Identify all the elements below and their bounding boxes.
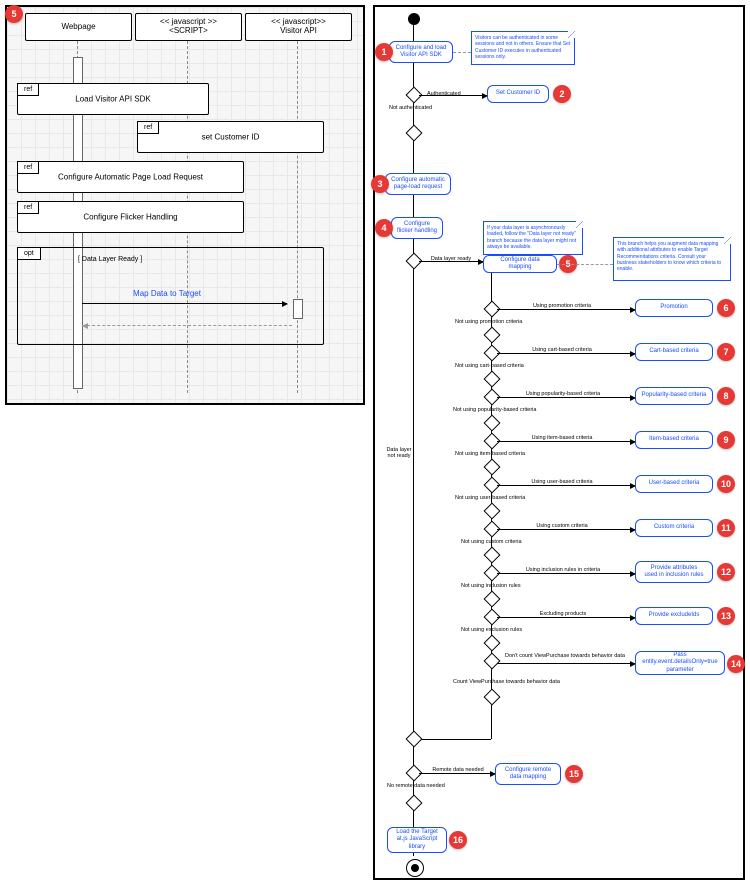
marker-2: 2 — [553, 85, 571, 103]
note-auth-sessions: Visitors can be authenticated in some se… — [471, 31, 575, 65]
node-popularity: Popularity-based criteria — [635, 387, 713, 405]
marker-14: 14 — [727, 655, 745, 673]
frag-ref-load-sdk: ref Load Visitor API SDK — [17, 83, 209, 115]
frag-label: Load Visitor API SDK — [18, 95, 208, 104]
lbl-14no: Count ViewPurchase towards behavior data — [453, 679, 560, 685]
marker-7: 7 — [717, 343, 735, 361]
sequence-diagram: 5 Webpage << javascript >> <SCRIPT> << j… — [5, 5, 365, 405]
lbl-9no: Not using item-based criteria — [455, 451, 525, 457]
merge-10 — [484, 503, 501, 520]
edge-14 — [497, 663, 635, 664]
marker-4: 4 — [375, 219, 393, 237]
edge-auth-yes — [419, 95, 487, 96]
merge-12 — [484, 591, 501, 608]
merge-1 — [406, 125, 423, 142]
page-root: 5 Webpage << javascript >> <SCRIPT> << j… — [0, 0, 750, 885]
node-exclusion: Provide excludeIds — [635, 607, 713, 625]
frag-ref-flicker: ref Configure Flicker Handling — [17, 201, 244, 233]
flow-diagram: Configure and load Visitor API SDK 1 Vis… — [373, 5, 745, 880]
node-load-atjs: Load the Target at.js JavaScript library — [387, 827, 447, 853]
frag-ref-auto-pageload: ref Configure Automatic Page Load Reques… — [17, 161, 244, 193]
merge-13 — [484, 635, 501, 652]
edge-9 — [497, 441, 635, 442]
edge-10 — [497, 485, 635, 486]
marker-1: 1 — [375, 43, 393, 61]
marker-seq: 5 — [5, 5, 23, 23]
opt-arrow — [82, 303, 287, 304]
edge-6 — [497, 309, 635, 310]
note-async-datalayer: If your data layer is asynchronously loa… — [483, 221, 583, 255]
frag-label: Configure Flicker Handling — [18, 213, 243, 222]
opt-return — [82, 325, 292, 326]
frag-label: Configure Automatic Page Load Request — [18, 173, 243, 182]
edge-15 — [419, 773, 495, 774]
merge-9 — [484, 459, 501, 476]
lbl-12no: Not using inclusion rules — [461, 583, 521, 589]
edge-11 — [497, 529, 635, 530]
opt-guard: [ Data Layer Ready ] — [78, 256, 142, 263]
node-promotion: Promotion — [635, 299, 713, 317]
marker-11: 11 — [717, 519, 735, 537]
marker-6: 6 — [717, 299, 735, 317]
activation-visitor — [293, 299, 303, 319]
start-node — [408, 13, 420, 25]
edge-7 — [497, 353, 635, 354]
lbl-7no: Not using cart-based criteria — [455, 363, 524, 369]
node-item: Item-based criteria — [635, 431, 713, 449]
edge-8 — [497, 397, 635, 398]
marker-13: 13 — [717, 607, 735, 625]
node-auto-pageload: Configure automatic page-load request — [385, 173, 451, 195]
edge-dlr — [419, 261, 483, 262]
marker-12: 12 — [717, 563, 735, 581]
node-configure-visitor-sdk: Configure and load Visitor API SDK — [389, 41, 453, 63]
lbl-15no: No remote data needed — [387, 783, 445, 789]
node-remote-mapping: Configure remote data mapping — [495, 763, 561, 785]
node-cart: Cart-based criteria — [635, 343, 713, 361]
lbl-11no: Not using custom criteria — [461, 539, 522, 545]
note-recommendations: This branch helps you augment data mappi… — [613, 237, 731, 281]
lbl-14yes: Don't count ViewPurchase towards behavio… — [497, 653, 633, 659]
lbl-13no: Not using exclusion rules — [461, 627, 522, 633]
merge-11 — [484, 547, 501, 564]
lbl-6no: Not using promotion criteria — [455, 319, 522, 325]
merge-main — [406, 731, 423, 748]
lbl-notauth: Not authenticated — [389, 105, 432, 111]
merge-15 — [406, 795, 423, 812]
lane-script: << javascript >> <SCRIPT> — [135, 13, 242, 41]
node-custom: Custom criteria — [635, 519, 713, 537]
lane-webpage: Webpage — [25, 13, 132, 41]
node-inclusion: Provide attributes used in inclusion rul… — [635, 561, 713, 583]
node-details-only: Pass entity.event.detailsOnly=true param… — [635, 651, 725, 675]
lane-visitor: << javascript>> Visitor API — [245, 13, 352, 41]
marker-15: 15 — [565, 765, 583, 783]
edge-13 — [497, 617, 635, 618]
merge-6 — [484, 327, 501, 344]
frag-ref-set-customer: ref set Customer ID — [137, 121, 324, 153]
rejoin-line — [413, 739, 491, 740]
frag-tab: opt — [17, 247, 41, 260]
marker-9: 9 — [717, 431, 735, 449]
marker-16: 16 — [449, 831, 467, 849]
edge-12 — [497, 573, 635, 574]
marker-3: 3 — [371, 175, 389, 193]
note-connector-c — [557, 264, 613, 265]
marker-10: 10 — [717, 475, 735, 493]
node-user: User-based criteria — [635, 475, 713, 493]
node-configure-mapping: Configure data mapping — [483, 255, 557, 273]
marker-8: 8 — [717, 387, 735, 405]
opt-link-text: Map Data to Target — [77, 289, 257, 298]
merge-7 — [484, 371, 501, 388]
note-connector-a — [453, 52, 471, 53]
end-node — [406, 859, 424, 877]
lbl-dlnr: Data layer not ready — [379, 447, 419, 459]
lbl-10no: Not using user-based criteria — [455, 495, 525, 501]
node-set-customer-id: Set Customer ID — [487, 85, 549, 103]
merge-14 — [484, 689, 501, 706]
merge-8 — [484, 415, 501, 432]
node-flicker: Configure flicker handling — [391, 217, 443, 239]
frag-label: set Customer ID — [138, 133, 323, 142]
lbl-8no: Not using popularity-based criteria — [453, 407, 536, 413]
